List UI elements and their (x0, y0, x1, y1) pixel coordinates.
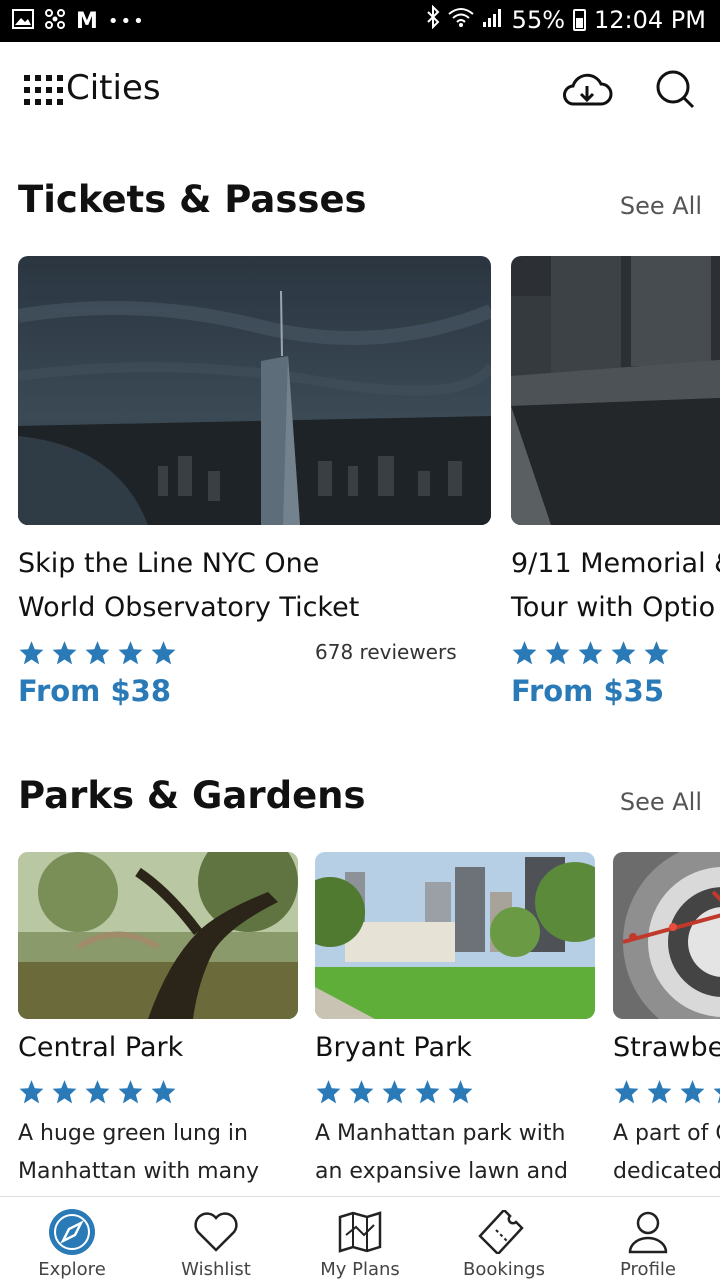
star-icon (713, 1088, 720, 1104)
card-title-line1[interactable]: Skip the Line NYC One (18, 542, 319, 586)
star-icon (118, 1080, 143, 1104)
download-cloud-icon (561, 70, 613, 114)
price-label: From $38 (18, 674, 172, 708)
section-title-tickets: Tickets & Passes (18, 178, 367, 221)
search-icon (655, 69, 697, 115)
card-title[interactable]: Strawbe (613, 1026, 720, 1070)
card-title-line1[interactable]: 9/11 Memorial & (511, 542, 720, 586)
ticket-icon (476, 1207, 532, 1257)
search-button[interactable] (646, 64, 706, 120)
star-icon (349, 1080, 374, 1104)
star-icon (52, 1080, 77, 1104)
nav-label: Explore (38, 1259, 106, 1280)
nav-wishlist[interactable]: Wishlist (144, 1197, 288, 1280)
star-icon (118, 641, 143, 665)
nav-explore[interactable]: Explore (0, 1197, 144, 1280)
star-icon (578, 641, 603, 665)
star-icon (19, 1080, 44, 1104)
app-bar: Cities (0, 42, 720, 142)
star-rating (613, 1079, 720, 1105)
star-icon (85, 641, 110, 665)
star-icon (644, 641, 669, 665)
star-icon (52, 641, 77, 665)
star-icon (151, 641, 176, 665)
card-desc-line2: an expansive lawn and (315, 1159, 569, 1184)
star-icon (614, 1080, 639, 1104)
star-icon (512, 641, 537, 665)
price-label: From $35 (511, 674, 665, 708)
star-rating (18, 1079, 177, 1105)
map-icon (338, 1207, 382, 1257)
star-icon (448, 1080, 473, 1104)
star-icon (19, 641, 44, 665)
see-all-tickets-link[interactable]: See All (620, 192, 702, 220)
see-all-parks-link[interactable]: See All (620, 788, 702, 816)
download-button[interactable] (557, 64, 617, 120)
nav-label: Wishlist (181, 1259, 251, 1280)
card-title[interactable]: Central Park (18, 1026, 183, 1070)
star-icon (382, 1080, 407, 1104)
star-rating (511, 640, 670, 666)
star-icon (545, 641, 570, 665)
card-desc-line2: dedicated (613, 1159, 720, 1184)
star-rating (18, 640, 177, 666)
bottom-nav: Explore Wishlist My Plans Bookings Profi… (0, 1196, 720, 1280)
observatory-image[interactable] (18, 256, 491, 525)
reviewers-count: 678 reviewers (315, 640, 457, 664)
section-title-parks: Parks & Gardens (18, 774, 366, 817)
star-icon (415, 1080, 440, 1104)
nav-label: Profile (620, 1259, 676, 1280)
person-icon (626, 1207, 670, 1257)
nav-my-plans[interactable]: My Plans (288, 1197, 432, 1280)
star-icon (151, 1080, 176, 1104)
card-desc-line1: A part of C (613, 1121, 720, 1146)
strawberry-fields-image[interactable] (613, 852, 720, 1019)
card-title-line2[interactable]: World Observatory Ticket (18, 586, 359, 630)
central-park-image[interactable] (18, 852, 298, 1019)
star-icon (647, 1080, 672, 1104)
nav-profile[interactable]: Profile (576, 1197, 720, 1280)
star-rating (315, 1079, 474, 1105)
star-icon (85, 1080, 110, 1104)
card-desc-line2: Manhattan with many (18, 1159, 260, 1184)
card-title[interactable]: Bryant Park (315, 1026, 472, 1070)
compass-icon (48, 1207, 96, 1257)
memorial-image[interactable] (511, 256, 720, 525)
card-desc-line1: A huge green lung in (18, 1121, 248, 1146)
app-logo-icon (24, 75, 64, 107)
nav-bookings[interactable]: Bookings (432, 1197, 576, 1280)
star-icon (316, 1080, 341, 1104)
heart-icon (192, 1207, 240, 1257)
nav-label: My Plans (320, 1259, 400, 1280)
card-desc-line1: A Manhattan park with (315, 1121, 566, 1146)
nav-label: Bookings (462, 1259, 545, 1280)
card-title-line2[interactable]: Tour with Optio (511, 586, 715, 630)
bryant-park-image[interactable] (315, 852, 595, 1019)
scroll-content[interactable]: Cities Tickets & Passes See All Skip the… (0, 0, 720, 1196)
star-icon (611, 641, 636, 665)
star-icon (680, 1080, 705, 1104)
app-title: Cities (66, 68, 161, 108)
